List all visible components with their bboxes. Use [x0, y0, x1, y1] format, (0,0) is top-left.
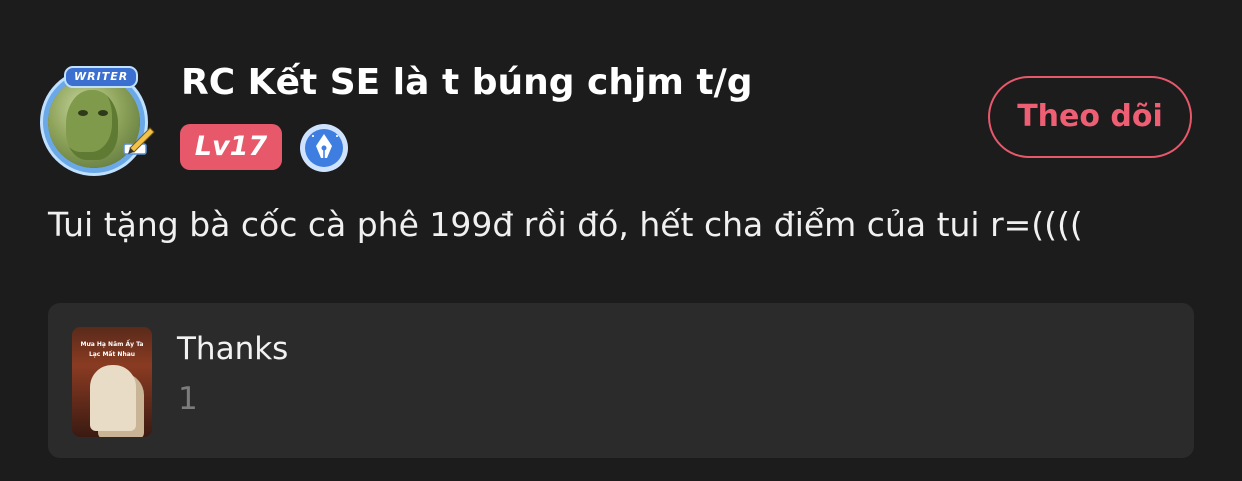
follow-button[interactable]: Theo dõi: [988, 76, 1192, 158]
writer-badge: WRITER: [64, 66, 139, 88]
fountain-pen-badge-icon: [300, 124, 348, 172]
thumb-figure: [90, 365, 136, 431]
avatar[interactable]: WRITER: [36, 64, 158, 174]
gift-name: Thanks: [177, 331, 289, 367]
comment-panel: WRITER RC Kết SE là t búng chjm t/g Lv17…: [0, 0, 1242, 481]
gift-count: 1: [178, 381, 198, 417]
thumb-title-line-1: Mưa Hạ Năm Ấy Ta: [80, 341, 144, 348]
lizard-avatar-icon: [66, 90, 118, 160]
level-badge: Lv17: [180, 124, 282, 170]
gift-card[interactable]: Mưa Hạ Năm Ấy Ta Lạc Mất Nhau Thanks 1: [48, 303, 1194, 458]
comment-text: Tui tặng bà cốc cà phê 199đ rồi đó, hết …: [48, 205, 1083, 244]
quill-pen-icon: [123, 127, 155, 155]
gift-thumbnail: Mưa Hạ Năm Ấy Ta Lạc Mất Nhau: [72, 327, 152, 437]
thumb-title-line-2: Lạc Mất Nhau: [88, 351, 136, 358]
username[interactable]: RC Kết SE là t búng chjm t/g: [181, 62, 753, 103]
